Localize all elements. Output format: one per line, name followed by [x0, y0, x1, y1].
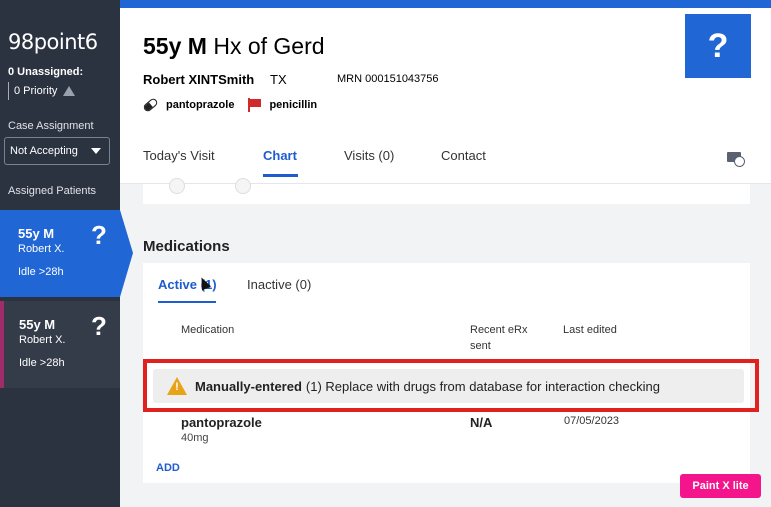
patient-mrn: MRN 000151043756 — [337, 73, 439, 85]
medication-tag: pantoprazole — [166, 99, 235, 111]
column-header-medication: Medication — [181, 324, 235, 336]
warning-title: Manually-entered — [195, 378, 302, 394]
app-logo: 98point6 — [8, 30, 98, 54]
title-condition: Hx of Gerd — [206, 33, 325, 59]
message-icon[interactable] — [727, 152, 745, 167]
title-age-sex: 55y M — [143, 33, 207, 59]
case-assignment-label: Case Assignment — [8, 120, 94, 132]
medication-dose: 40mg — [181, 432, 209, 444]
flag-icon — [248, 98, 262, 112]
allergy-tag: penicillin — [269, 99, 318, 111]
warning-triangle-icon — [63, 86, 76, 96]
medications-heading: Medications — [143, 238, 230, 255]
watermark-badge: Paint X lite — [680, 474, 761, 498]
chart-tabs: Today's Visit Chart Visits (0) Contact — [120, 128, 771, 184]
help-button[interactable]: ? — [685, 14, 751, 78]
patient-card-selected[interactable]: 55y M Robert X. Idle >28h ? — [0, 210, 133, 297]
patient-age-sex: 55y M — [19, 317, 56, 332]
page-title: 55y M Hx of Gerd — [143, 33, 325, 60]
medication-name[interactable]: pantoprazole — [181, 415, 262, 430]
patient-card[interactable]: 55y M Robert X. Idle >28h ? — [0, 301, 120, 388]
scrolled-content — [143, 178, 750, 204]
question-mark-icon: ? — [91, 311, 107, 341]
top-accent-bar — [120, 0, 771, 8]
patient-state: TX — [270, 72, 287, 87]
patient-status: Idle >28h — [19, 357, 65, 369]
tab-visits[interactable]: Visits (0) — [344, 148, 394, 163]
patient-header: 55y M Hx of Gerd Robert XINTSmith TX MRN… — [120, 8, 771, 128]
patient-status: Idle >28h — [18, 266, 64, 278]
case-assignment-value: Not Accepting — [10, 145, 78, 157]
case-assignment-select[interactable]: Not Accepting — [4, 137, 110, 165]
medication-erx: N/A — [470, 415, 493, 430]
tab-todays-visit[interactable]: Today's Visit — [143, 148, 215, 163]
warning-icon: ! — [167, 377, 187, 395]
assigned-patients-label: Assigned Patients — [8, 185, 97, 197]
manual-entry-warning: ! Manually-entered (1) Replace with drug… — [153, 369, 744, 403]
sidebar: 98point6 0 Unassigned: 0 Priority Case A… — [0, 0, 133, 507]
tab-inactive-medications[interactable]: Inactive (0) — [247, 277, 311, 292]
tab-contact[interactable]: Contact — [441, 148, 486, 163]
active-tab-indicator — [263, 174, 298, 177]
patient-tags: pantoprazole penicillin — [142, 97, 318, 113]
priority-label: 0 Priority — [14, 85, 58, 97]
medication-last-edited: 07/05/2023 — [564, 415, 620, 427]
medications-card: Active (1) Inactive (0) Medication Recen… — [143, 263, 759, 483]
radio-icon — [169, 178, 185, 194]
tab-chart[interactable]: Chart — [263, 148, 297, 163]
warning-text: (1) Replace with drugs from database for… — [305, 378, 660, 394]
column-header-recent-erx: Recent eRx sent — [470, 324, 528, 352]
priority-count: 0 Priority — [8, 82, 76, 100]
radio-icon — [235, 178, 251, 194]
patient-age-sex: 55y M — [18, 226, 55, 241]
column-header-last-edited: Last edited — [563, 324, 617, 336]
patient-name: Robert X. — [19, 334, 66, 346]
unassigned-count: 0 Unassigned: — [8, 66, 84, 78]
add-medication-button[interactable]: ADD — [156, 462, 180, 474]
question-mark-icon: ? — [91, 220, 107, 250]
chevron-down-icon — [91, 148, 101, 154]
patient-name: Robert X. — [18, 243, 65, 255]
active-subtab-indicator — [158, 301, 216, 303]
patient-full-name: Robert XINTSmith — [143, 72, 255, 87]
pill-icon — [142, 97, 159, 113]
